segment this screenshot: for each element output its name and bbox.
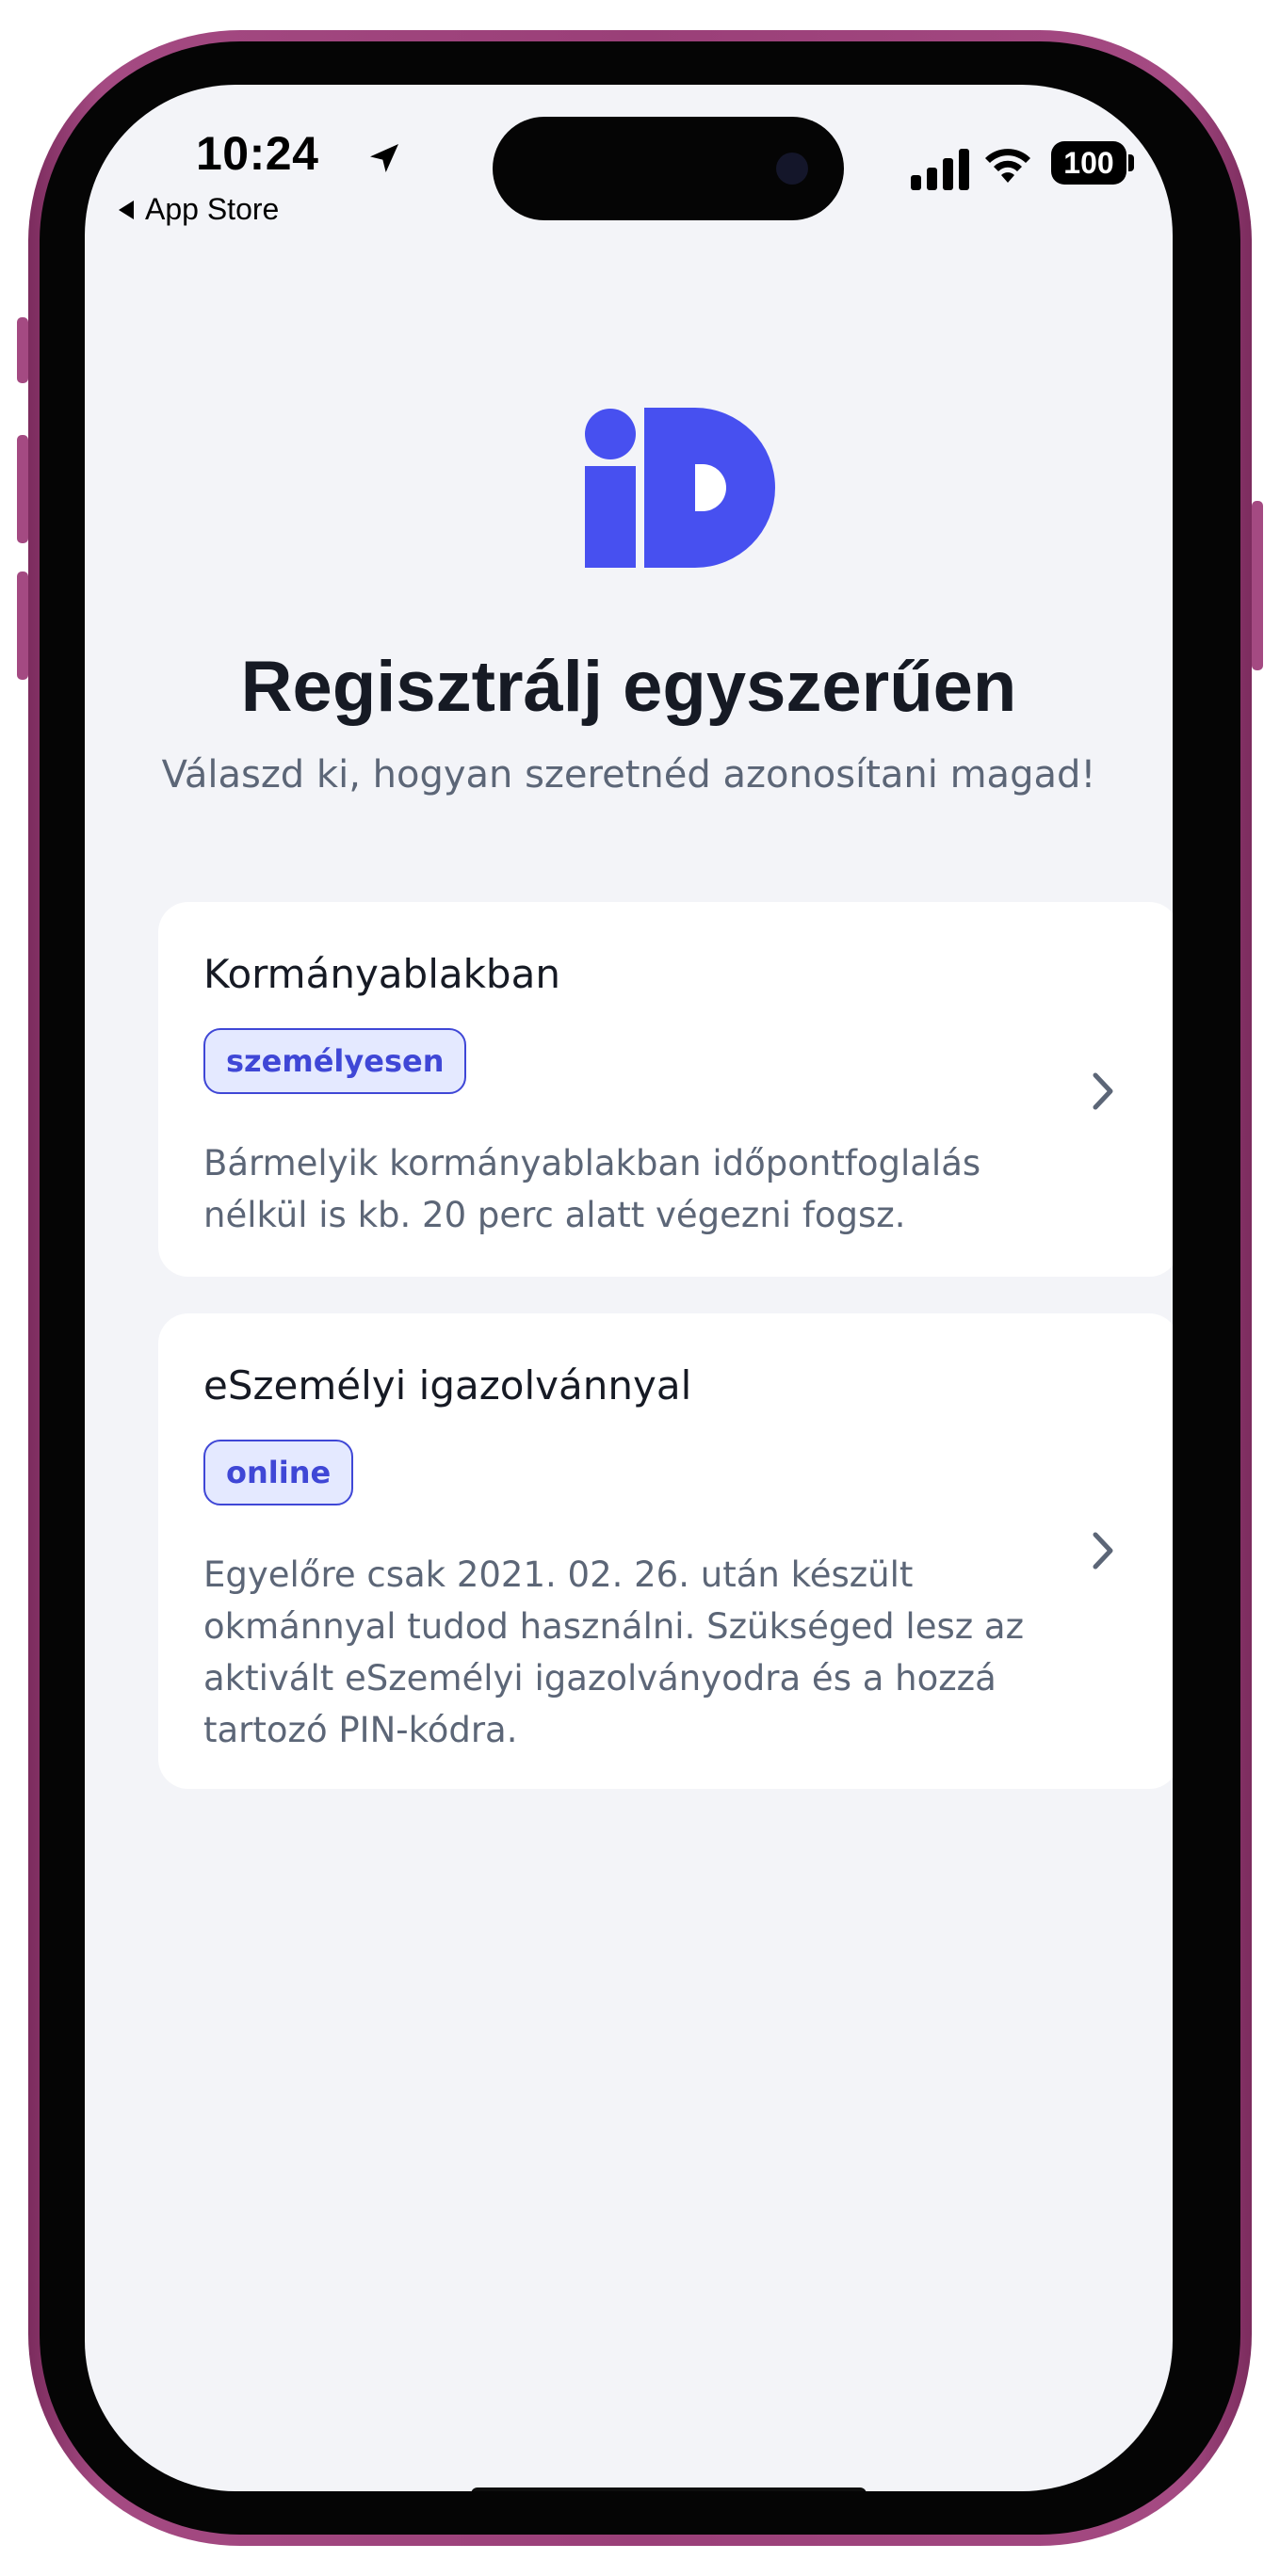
option-title: eSzemélyi igazolvánnyal bbox=[203, 1362, 692, 1409]
id-logo bbox=[585, 408, 775, 568]
chevron-right-icon bbox=[1093, 1072, 1113, 1110]
battery-icon: 100 bbox=[1051, 141, 1126, 185]
back-triangle-icon bbox=[119, 200, 134, 219]
battery-level: 100 bbox=[1063, 145, 1114, 180]
option-card-kormanyablak[interactable]: Kormányablakban személyesen Bármelyik ko… bbox=[158, 902, 1173, 1277]
option-title: Kormányablakban bbox=[203, 951, 560, 997]
dynamic-island bbox=[493, 117, 844, 220]
option-badge: online bbox=[203, 1440, 354, 1505]
phone-frame: 10:24 App Store 100 Regisztrálj egyszerű… bbox=[17, 30, 1263, 2546]
option-card-eszemelyi[interactable]: eSzemélyi igazolvánnyal online Egyelőre … bbox=[158, 1313, 1173, 1789]
wifi-icon bbox=[985, 149, 1030, 183]
app-screen: 10:24 App Store 100 Regisztrálj egyszerű… bbox=[85, 85, 1173, 2491]
option-badge: személyesen bbox=[203, 1028, 467, 1094]
home-indicator[interactable] bbox=[471, 2487, 867, 2491]
option-description: Bármelyik kormányablakban időpontfoglalá… bbox=[203, 1143, 981, 1235]
page-title: Regisztrálj egyszerűen bbox=[240, 647, 1017, 727]
front-camera bbox=[776, 153, 808, 185]
cellular-signal-icon bbox=[911, 149, 969, 190]
page-subtitle: Válaszd ki, hogyan szeretnéd azonosítani… bbox=[161, 753, 1096, 797]
chevron-right-icon bbox=[1093, 1532, 1113, 1570]
option-description: Egyelőre csak 2021. 02. 26. után készült… bbox=[203, 1554, 1025, 1750]
battery-tip bbox=[1128, 154, 1134, 171]
volume-down-button bbox=[17, 572, 28, 680]
volume-up-button bbox=[17, 435, 28, 543]
power-button bbox=[1252, 501, 1263, 670]
back-to-app-store[interactable]: App Store bbox=[119, 192, 279, 227]
status-time: 10:24 bbox=[196, 127, 319, 180]
back-app-label: App Store bbox=[145, 192, 280, 226]
action-button bbox=[17, 317, 28, 383]
location-arrow-icon bbox=[370, 144, 398, 172]
